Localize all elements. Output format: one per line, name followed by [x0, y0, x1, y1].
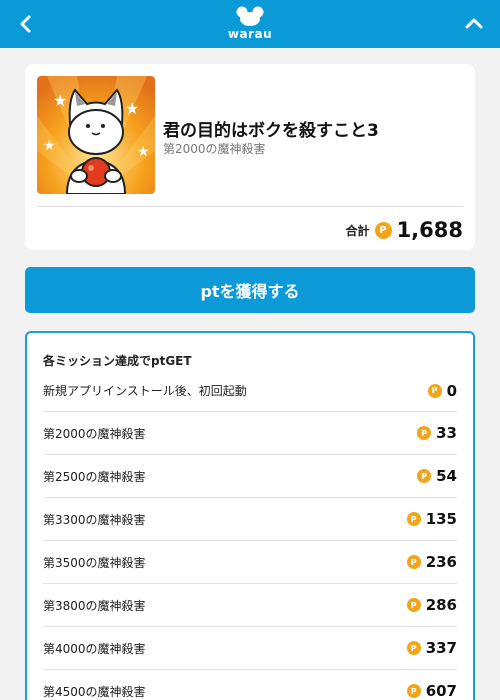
point-coin-icon: P — [417, 426, 432, 440]
mission-label: 第3500の魔神殺害 — [43, 555, 146, 570]
missions-panel: 各ミッション達成でptGET 新規アプリインストール後、初回起動 P 0 第20… — [25, 331, 475, 700]
point-coin-icon: P — [417, 469, 432, 483]
back-button[interactable] — [12, 10, 40, 38]
svg-text:★: ★ — [53, 91, 67, 110]
mission-reward: P 607 — [406, 682, 457, 700]
mission-label: 新規アプリインストール後、初回起動 — [43, 384, 247, 398]
app-subtitle: 第2000の魔神殺害 — [163, 142, 266, 156]
total-label: 合計 — [345, 223, 370, 238]
app-title: 君の目的はボクを殺すこと3 — [163, 121, 379, 141]
mission-row: 第4500の魔神殺害 P 607 — [43, 670, 457, 700]
point-coin-icon: P — [427, 383, 442, 398]
mission-points: 286 — [425, 596, 457, 614]
mission-points: 33 — [436, 424, 457, 442]
mission-row: 第2500の魔神殺害 P 54 — [43, 455, 457, 498]
mission-reward: P 286 — [406, 596, 457, 614]
total-points-value: 1,688 — [396, 218, 463, 242]
mission-points: 135 — [425, 510, 457, 528]
mission-row: 第4000の魔神殺害 P 337 — [43, 627, 457, 670]
cat-character-icon: ★ ★ ★ ★ — [37, 76, 155, 194]
mission-label: 第4500の魔神殺害 — [43, 684, 146, 699]
chevron-up-icon — [465, 18, 483, 29]
point-coin-icon: P — [406, 641, 421, 655]
mission-points: 607 — [425, 682, 457, 700]
app-icon: ★ ★ ★ ★ — [37, 76, 155, 194]
point-coin-icon: P — [406, 555, 421, 569]
mission-reward: P 337 — [406, 639, 457, 657]
mission-label: 第2500の魔神殺害 — [43, 469, 146, 484]
mission-label: 第4000の魔神殺害 — [43, 641, 146, 656]
mission-row: 新規アプリインストール後、初回起動 P 0 — [43, 370, 457, 412]
mission-label: 第3800の魔神殺害 — [43, 598, 146, 613]
missions-header: 各ミッション達成でptGET — [43, 354, 192, 368]
mission-label: 第2000の魔神殺害 — [43, 426, 146, 441]
svg-text:★: ★ — [43, 138, 56, 154]
point-coin-icon: P — [406, 598, 421, 612]
mission-reward: P 135 — [406, 510, 457, 528]
chevron-left-icon — [20, 15, 31, 33]
mission-points: 0 — [446, 381, 457, 400]
point-coin-icon: P — [406, 684, 421, 698]
collapse-button[interactable] — [460, 10, 488, 38]
logo-mascot-icon — [236, 6, 264, 26]
total-points-row: 合計 P 1,688 — [346, 216, 463, 244]
mission-row: 第3800の魔神殺害 P 286 — [43, 584, 457, 627]
mission-label: 第3300の魔神殺害 — [43, 512, 146, 527]
mission-row: 第2000の魔神殺害 P 33 — [43, 412, 457, 455]
point-coin-icon: P — [406, 512, 421, 526]
mission-points: 337 — [425, 639, 457, 657]
mission-list: 新規アプリインストール後、初回起動 P 0 第2000の魔神殺害 P 33 第2… — [43, 370, 457, 700]
warau-logo[interactable]: warau — [226, 4, 274, 44]
mission-points: 54 — [436, 467, 457, 485]
top-bar: warau — [0, 0, 500, 48]
get-points-button[interactable]: ptを獲得する — [25, 267, 475, 313]
mission-reward: P 33 — [417, 424, 457, 442]
mission-reward: P 54 — [417, 467, 457, 485]
logo-text: warau — [227, 27, 273, 41]
point-coin-icon: P — [374, 221, 392, 239]
mission-points: 236 — [425, 553, 457, 571]
app-card: ★ ★ ★ ★ 君の目的はボクを殺すこと3 第2000の魔神殺害 合計 P 1,… — [25, 64, 475, 250]
mission-row: 第3500の魔神殺害 P 236 — [43, 541, 457, 584]
svg-text:★: ★ — [137, 144, 150, 160]
mission-row: 第3300の魔神殺害 P 135 — [43, 498, 457, 541]
svg-text:★: ★ — [125, 99, 139, 118]
mission-reward: P 0 — [427, 381, 457, 400]
divider — [37, 206, 463, 207]
mission-reward: P 236 — [406, 553, 457, 571]
